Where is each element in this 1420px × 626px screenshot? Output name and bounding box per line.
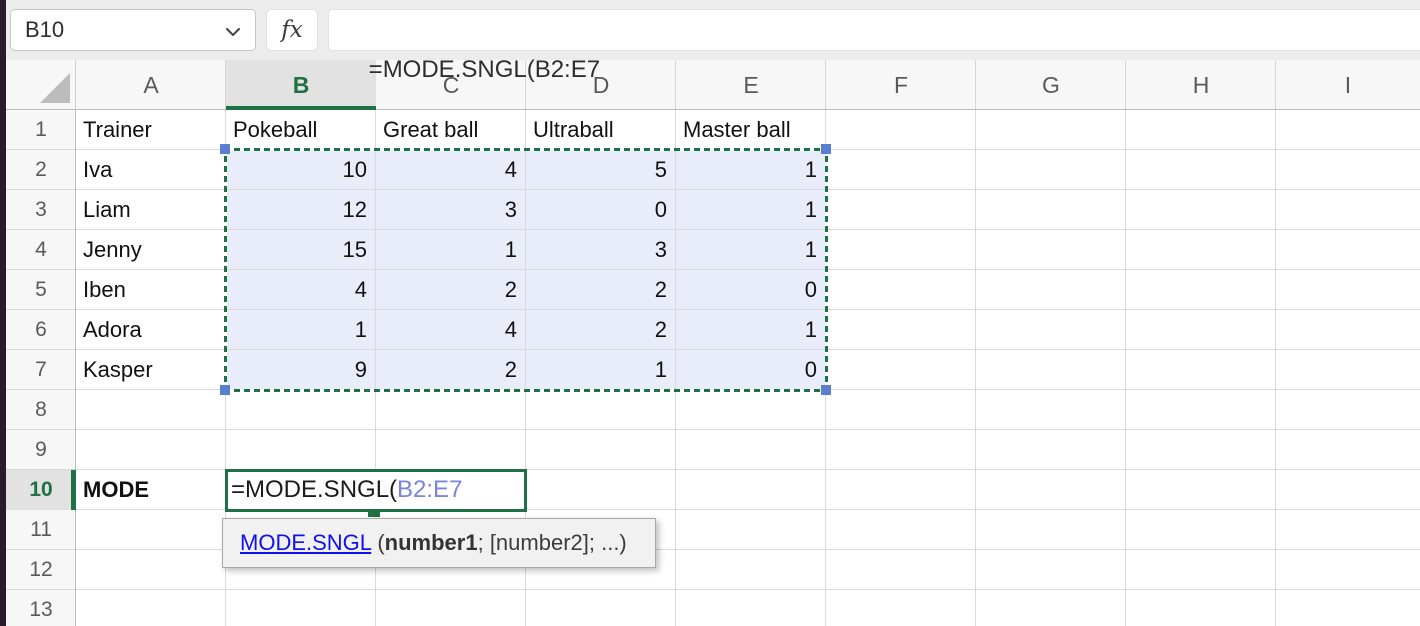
cell-A1[interactable]: Trainer: [76, 110, 226, 150]
formula-prefix: =MODE.SNGL(: [231, 476, 397, 503]
cell-A4[interactable]: Jenny: [76, 230, 226, 270]
cell-C6[interactable]: 4: [376, 310, 526, 350]
row-header-9[interactable]: 9: [6, 430, 76, 470]
selected-row-indicator: [71, 470, 76, 510]
cell-E4[interactable]: 1: [676, 230, 826, 270]
cell-C2[interactable]: 4: [376, 150, 526, 190]
cell-E6[interactable]: 1: [676, 310, 826, 350]
cell-A6[interactable]: Adora: [76, 310, 226, 350]
selection-handle-bottom-left[interactable]: [220, 385, 230, 395]
cell-A7[interactable]: Kasper: [76, 350, 226, 390]
row-header-11[interactable]: 11: [6, 510, 76, 550]
cell-E5[interactable]: 0: [676, 270, 826, 310]
edit-cell-handle[interactable]: [368, 511, 380, 517]
function-hint-tooltip: MODE.SNGL (number1; [number2]; ...): [222, 518, 656, 568]
column-header-H[interactable]: H: [1126, 60, 1276, 110]
cell-A10[interactable]: MODE: [76, 470, 226, 510]
formula-bar-input[interactable]: =MODE.SNGL(B2:E7: [328, 9, 1420, 51]
insert-function-button[interactable]: fx: [266, 9, 318, 51]
column-header-E[interactable]: E: [676, 60, 826, 110]
cell-B6[interactable]: 1: [226, 310, 376, 350]
selection-handle-top-left[interactable]: [220, 144, 230, 154]
column-header-I[interactable]: I: [1276, 60, 1420, 110]
signature-arg1: number1: [385, 530, 478, 555]
window-edge-stripe: [0, 0, 6, 626]
select-all-triangle-icon: [40, 73, 70, 103]
name-box-value: B10: [25, 17, 64, 42]
row-header-10[interactable]: 10: [6, 470, 76, 510]
cell-D3[interactable]: 0: [526, 190, 676, 230]
formula-toolbar: B10 fx =MODE.SNGL(B2:E7: [0, 0, 1420, 60]
cell-D2[interactable]: 5: [526, 150, 676, 190]
column-header-F[interactable]: F: [826, 60, 976, 110]
cell-E3[interactable]: 1: [676, 190, 826, 230]
row-header-4[interactable]: 4: [6, 230, 76, 270]
cell-D1[interactable]: Ultraball: [526, 110, 676, 150]
signature-rest: ; [number2]; ...): [478, 530, 627, 555]
cell-A5[interactable]: Iben: [76, 270, 226, 310]
cell-C3[interactable]: 3: [376, 190, 526, 230]
cell-B3[interactable]: 12: [226, 190, 376, 230]
formula-range-reference: B2:E7: [397, 476, 462, 503]
selection-handle-bottom-right[interactable]: [821, 385, 831, 395]
cell-C5[interactable]: 2: [376, 270, 526, 310]
fx-icon: fx: [281, 17, 302, 43]
row-header-3[interactable]: 3: [6, 190, 76, 230]
selection-handle-top-right[interactable]: [821, 144, 831, 154]
cell-A2[interactable]: Iva: [76, 150, 226, 190]
cell-E2[interactable]: 1: [676, 150, 826, 190]
cell-D7[interactable]: 1: [526, 350, 676, 390]
row-header-12[interactable]: 12: [6, 550, 76, 590]
function-name-link[interactable]: MODE.SNGL: [240, 530, 371, 555]
cell-B4[interactable]: 15: [226, 230, 376, 270]
cell-E7[interactable]: 0: [676, 350, 826, 390]
column-header-G[interactable]: G: [976, 60, 1126, 110]
cell-C4[interactable]: 1: [376, 230, 526, 270]
column-header-A[interactable]: A: [76, 60, 226, 110]
select-all-corner[interactable]: [6, 60, 76, 110]
row-header-5[interactable]: 5: [6, 270, 76, 310]
row-header-2[interactable]: 2: [6, 150, 76, 190]
formula-bar-value: =MODE.SNGL(B2:E7: [369, 56, 600, 83]
cell-C1[interactable]: Great ball: [376, 110, 526, 150]
cell-B2[interactable]: 10: [226, 150, 376, 190]
name-box[interactable]: B10: [10, 9, 256, 51]
row-header-13[interactable]: 13: [6, 590, 76, 626]
cell-A3[interactable]: Liam: [76, 190, 226, 230]
row-header-7[interactable]: 7: [6, 350, 76, 390]
cell-E1[interactable]: Master ball: [676, 110, 826, 150]
row-header-8[interactable]: 8: [6, 390, 76, 430]
cell-B10-edit-input[interactable]: =MODE.SNGL(B2:E7: [225, 469, 527, 512]
cell-D4[interactable]: 3: [526, 230, 676, 270]
cell-D5[interactable]: 2: [526, 270, 676, 310]
row-header-6[interactable]: 6: [6, 310, 76, 350]
cell-B5[interactable]: 4: [226, 270, 376, 310]
chevron-down-icon[interactable]: [225, 27, 241, 37]
cell-D6[interactable]: 2: [526, 310, 676, 350]
cell-C7[interactable]: 2: [376, 350, 526, 390]
signature-open: (: [371, 530, 384, 555]
cell-B7[interactable]: 9: [226, 350, 376, 390]
row-header-1[interactable]: 1: [6, 110, 76, 150]
